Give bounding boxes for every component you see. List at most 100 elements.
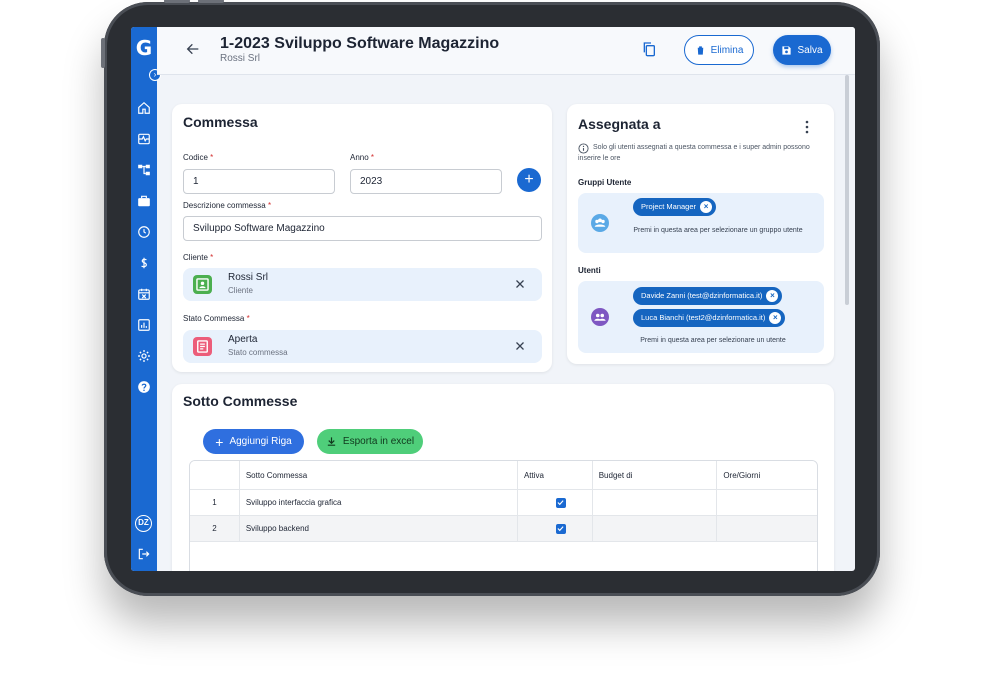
screen: G › DZ 1-2023 Sviluppo Software Magazzin…	[131, 27, 855, 571]
commessa-title: Commessa	[183, 114, 258, 130]
add-row-button[interactable]: + Aggiungi Riga	[203, 429, 304, 454]
clear-stato-icon[interactable]	[514, 339, 526, 351]
check-icon	[557, 526, 564, 532]
download-icon	[327, 437, 336, 446]
column-header[interactable]: Budget di	[593, 461, 718, 489]
row-ore[interactable]	[717, 516, 817, 541]
dashboard-icon[interactable]	[135, 130, 153, 148]
assegnata-title: Assegnata a	[578, 116, 661, 132]
briefcase-icon[interactable]	[135, 192, 153, 210]
gruppo-chip[interactable]: Project Manager ×	[633, 198, 717, 216]
utente-chip-label: Davide Zanni (test@dzinformatica.it)	[641, 291, 763, 300]
report-icon[interactable]	[135, 316, 153, 334]
copy-icon[interactable]	[641, 41, 657, 57]
clear-cliente-icon[interactable]	[514, 277, 526, 289]
assignment-info: Solo gli utenti assegnati a questa comme…	[578, 144, 810, 162]
device-button	[164, 0, 190, 3]
commessa-card: Commessa Codice * 1 Anno * 2023 + Descri…	[172, 104, 552, 372]
gruppi-hint: Premi in questa area per selezionare un …	[633, 227, 803, 234]
logout-icon[interactable]	[135, 545, 153, 563]
check-icon	[557, 500, 564, 506]
avatar[interactable]: DZ	[135, 515, 152, 532]
trash-icon	[696, 45, 704, 55]
device-button	[101, 38, 105, 68]
plus-icon: +	[215, 433, 224, 450]
stato-value: Aperta	[228, 334, 258, 345]
utente-chip[interactable]: Luca Bianchi (test2@dzinformatica.it) ×	[633, 309, 786, 327]
more-vert-icon[interactable]	[803, 120, 811, 134]
gruppi-drop-area[interactable]: Project Manager × Premi in questa area p…	[578, 193, 824, 253]
calendar-icon[interactable]	[135, 285, 153, 303]
page-title: 1-2023 Sviluppo Software Magazzino	[220, 35, 500, 52]
row-budget[interactable]	[593, 516, 718, 541]
page-subtitle: Rossi Srl	[220, 53, 261, 64]
cliente-value: Rossi Srl	[228, 272, 269, 283]
stato-sub: Stato commessa	[228, 348, 288, 357]
row-active-cell	[518, 516, 593, 541]
cliente-sub: Cliente	[228, 286, 253, 295]
remove-chip-icon[interactable]: ×	[700, 201, 713, 213]
back-arrow-icon[interactable]	[185, 41, 201, 57]
stato-picker[interactable]: Aperta Stato commessa	[183, 330, 542, 363]
row-ore[interactable]	[717, 490, 817, 515]
utente-chip[interactable]: Davide Zanni (test@dzinformatica.it) ×	[633, 287, 783, 305]
sidebar: G › DZ	[131, 27, 161, 571]
remove-chip-icon[interactable]: ×	[769, 312, 782, 324]
add-icon[interactable]: +	[517, 168, 541, 192]
sotto-commesse-table: Sotto Commessa Attiva Budget di Ore/Gior…	[189, 460, 818, 571]
codice-label: Codice *	[183, 153, 214, 162]
utenti-label: Utenti	[578, 266, 601, 275]
app-logo[interactable]: G	[135, 37, 153, 59]
table-header-row: Sotto Commessa Attiva Budget di Ore/Gior…	[190, 461, 817, 490]
add-row-label: Aggiungi Riga	[229, 436, 292, 447]
save-button-label: Salva	[797, 44, 823, 56]
row-number: 1	[190, 490, 240, 515]
help-icon[interactable]	[135, 378, 153, 396]
row-budget[interactable]	[593, 490, 718, 515]
active-checkbox[interactable]	[555, 497, 566, 508]
dollar-icon[interactable]	[135, 254, 153, 272]
anno-field[interactable]: 2023	[350, 169, 502, 194]
row-name[interactable]: Sviluppo backend	[240, 516, 518, 541]
table-empty-area	[190, 542, 817, 571]
device-button	[198, 0, 224, 3]
descrizione-field[interactable]: Sviluppo Software Magazzino	[183, 216, 542, 241]
export-excel-label: Esporta in excel	[342, 436, 415, 447]
row-name[interactable]: Sviluppo interfaccia grafica	[240, 490, 518, 515]
home-icon[interactable]	[135, 99, 153, 117]
column-header[interactable]: Sotto Commessa	[240, 461, 518, 489]
column-header[interactable]: Ore/Giorni	[717, 461, 817, 489]
utente-chip-label: Luca Bianchi (test2@dzinformatica.it)	[641, 313, 766, 322]
delete-button[interactable]: Elimina	[684, 35, 754, 65]
assegnata-card: Assegnata a Solo gli utenti assegnati a …	[567, 104, 834, 364]
utenti-drop-area[interactable]: Davide Zanni (test@dzinformatica.it) × L…	[578, 281, 824, 353]
cliente-picker[interactable]: Rossi Srl Cliente	[183, 268, 542, 301]
users-icon	[591, 308, 609, 326]
scrollbar[interactable]	[845, 75, 849, 305]
page-header: 1-2023 Sviluppo Software Magazzino Rossi…	[157, 27, 855, 75]
gruppi-label: Gruppi Utente	[578, 178, 632, 187]
hierarchy-icon[interactable]	[135, 161, 153, 179]
anno-label: Anno *	[350, 153, 375, 162]
cliente-label: Cliente *	[183, 253, 214, 262]
group-icon	[591, 214, 609, 232]
table-row[interactable]: 2 Sviluppo backend	[190, 516, 817, 542]
gruppo-chip-label: Project Manager	[641, 202, 697, 211]
column-header[interactable]: Attiva	[518, 461, 593, 489]
utenti-hint: Premi in questa area per selezionare un …	[640, 337, 786, 344]
table-row[interactable]: 1 Sviluppo interfaccia grafica	[190, 490, 817, 516]
save-button[interactable]: Salva	[773, 35, 831, 65]
client-icon	[193, 275, 212, 294]
export-excel-button[interactable]: Esporta in excel	[317, 429, 423, 454]
delete-button-label: Elimina	[710, 44, 744, 56]
active-checkbox[interactable]	[555, 523, 566, 534]
codice-field[interactable]: 1	[183, 169, 335, 194]
save-icon	[782, 45, 792, 55]
gear-icon[interactable]	[135, 347, 153, 365]
clock-icon[interactable]	[135, 223, 153, 241]
status-icon	[193, 337, 212, 356]
row-active-cell	[518, 490, 593, 515]
sotto-commesse-title: Sotto Commesse	[183, 393, 298, 409]
remove-chip-icon[interactable]: ×	[766, 290, 779, 302]
descrizione-label: Descrizione commessa *	[183, 201, 272, 210]
